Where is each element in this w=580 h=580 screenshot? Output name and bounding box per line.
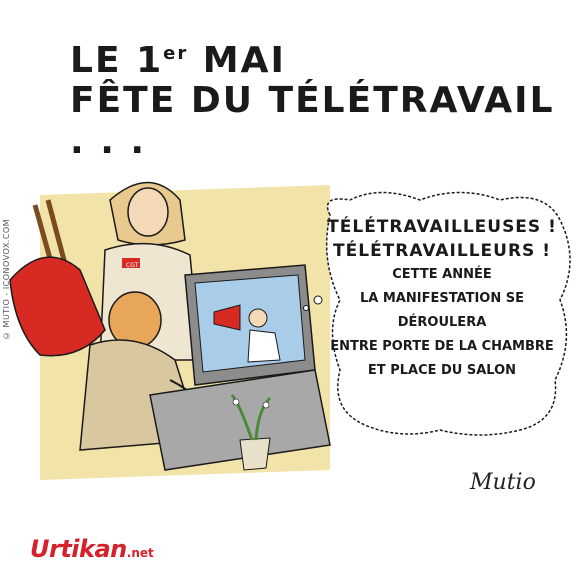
bubble-dot	[313, 295, 323, 305]
bubble-line: TÉLÉTRAVAILLEUSES !	[327, 217, 557, 237]
logo-name: Urtikan	[30, 535, 127, 563]
badge-label: CGT	[126, 262, 139, 269]
bubble-line: TÉLÉTRAVAILLEURS !	[333, 241, 551, 261]
logo-tld: .net	[126, 546, 154, 560]
artist-signature: Mutio	[470, 470, 536, 495]
bubble-line: ET PLACE DU SALON	[367, 363, 517, 378]
bubble-line: CETTE ANNÉE	[392, 267, 492, 282]
bubble-line: ENTRE PORTE DE LA CHAMBRE	[330, 339, 554, 354]
urtikan-logo[interactable]: Urtikan.net	[30, 535, 154, 563]
bubble-dot	[303, 305, 309, 311]
speech-bubble-text: TÉLÉTRAVAILLEUSES ! TÉLÉTRAVAILLEURS ! C…	[322, 215, 562, 383]
bubble-line: LA MANIFESTATION SE DÉROULERA	[359, 291, 525, 330]
